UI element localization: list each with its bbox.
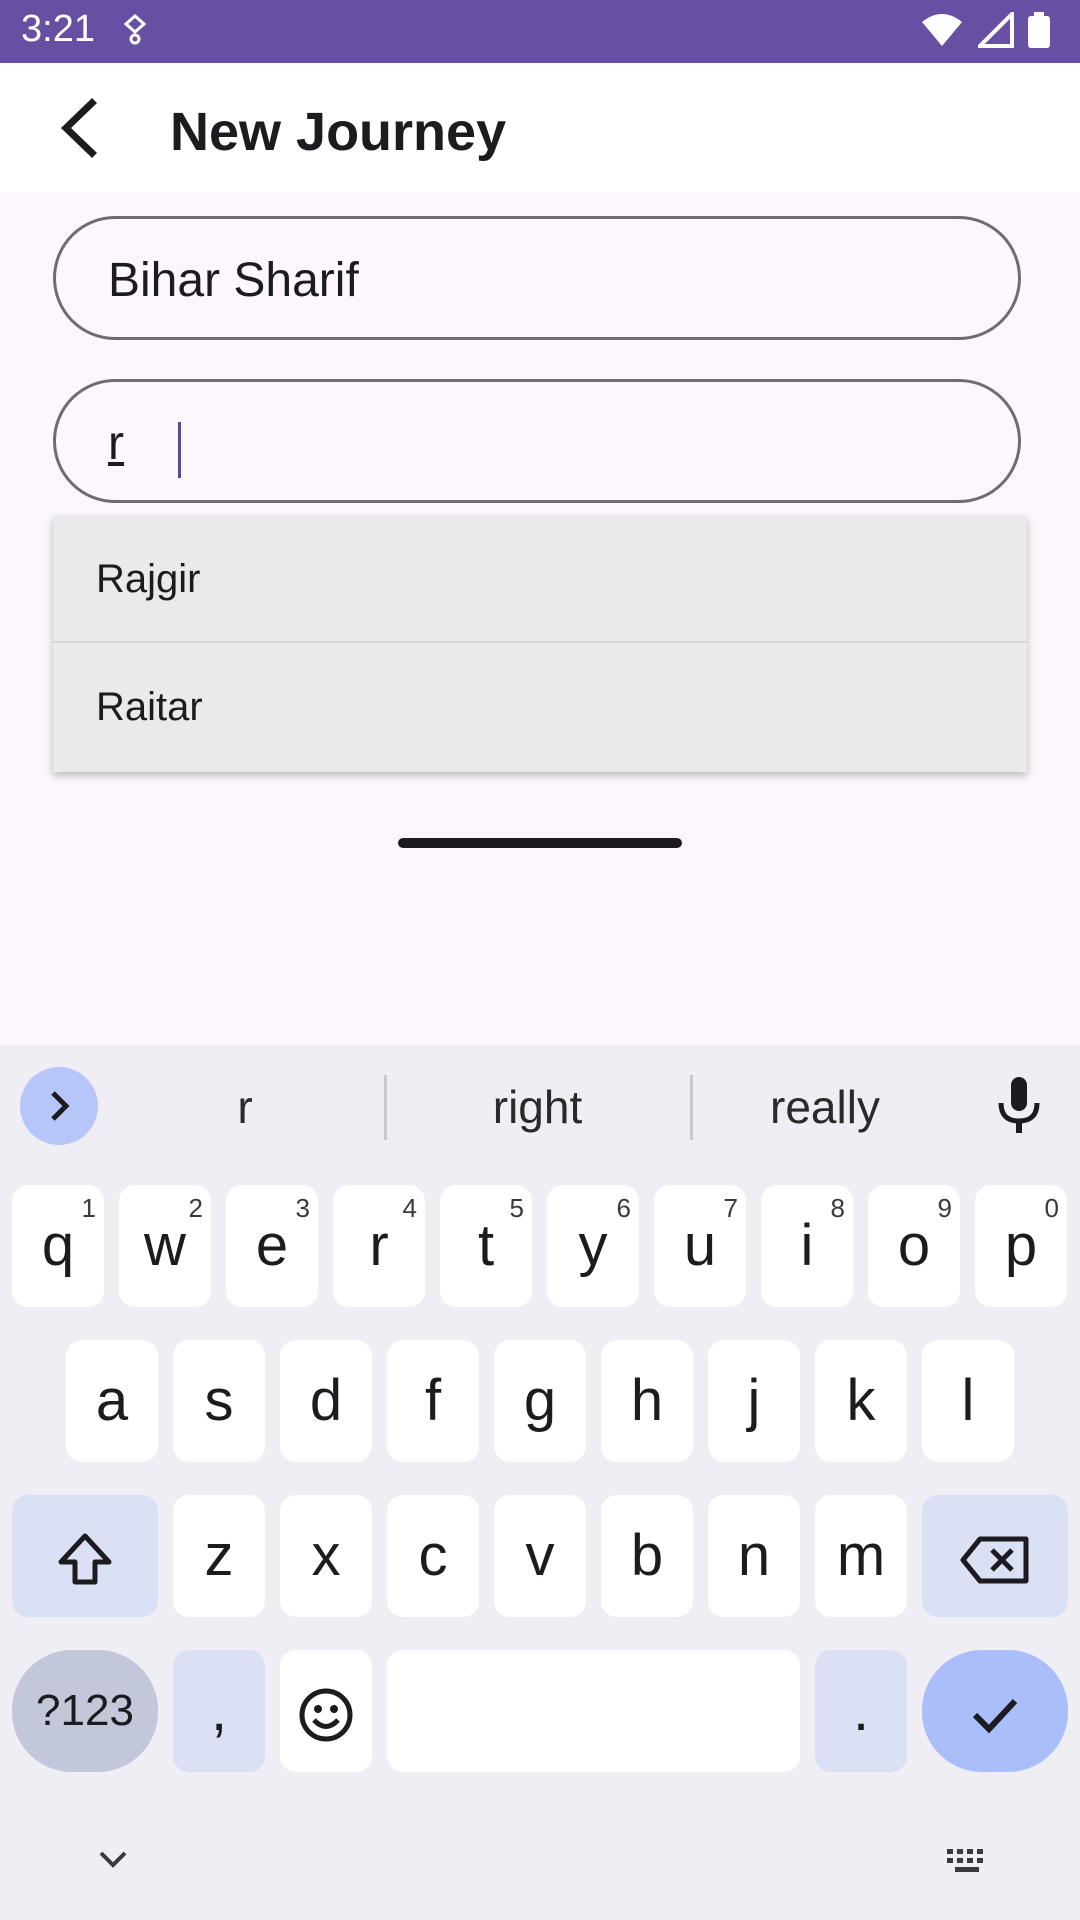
- voice-input-button[interactable]: [995, 1075, 1043, 1142]
- key-d[interactable]: d: [280, 1340, 372, 1462]
- battery-icon: [1028, 12, 1050, 48]
- home-indicator[interactable]: [398, 838, 682, 848]
- shift-icon: [58, 1533, 112, 1585]
- on-screen-keyboard: r right really q1 w2 e3 r4 t5 y6 u7 i8 o…: [0, 1045, 1080, 1920]
- emoji-icon: [299, 1688, 353, 1742]
- key-w[interactable]: w2: [119, 1185, 211, 1307]
- key-a[interactable]: a: [66, 1340, 158, 1462]
- from-station-value: Bihar Sharif: [108, 254, 359, 307]
- key-q[interactable]: q1: [12, 1185, 104, 1307]
- system-icons: [920, 12, 1050, 48]
- keyboard-icon: [947, 1849, 983, 1872]
- word-suggestion[interactable]: r: [215, 1080, 275, 1134]
- backspace-key[interactable]: [922, 1495, 1068, 1617]
- suggestion-divider: [384, 1075, 387, 1140]
- comma-key[interactable]: ,: [173, 1650, 265, 1772]
- key-s[interactable]: s: [173, 1340, 265, 1462]
- page-title: New Journey: [170, 102, 507, 162]
- checkmark-icon: [972, 1698, 1018, 1733]
- signal-icon: [978, 12, 1014, 48]
- key-x[interactable]: x: [280, 1495, 372, 1617]
- microphone-icon: [998, 1077, 1040, 1133]
- to-station-value: r: [108, 417, 124, 470]
- autocomplete-dropdown: Rajgir Raitar: [53, 515, 1027, 772]
- key-v[interactable]: v: [494, 1495, 586, 1617]
- chevron-down-icon: [99, 1851, 127, 1868]
- keyboard-switch-button[interactable]: [945, 1845, 989, 1880]
- done-key[interactable]: [922, 1650, 1068, 1772]
- key-h[interactable]: h: [601, 1340, 693, 1462]
- key-k[interactable]: k: [815, 1340, 907, 1462]
- emoji-key[interactable]: [280, 1650, 372, 1772]
- key-m[interactable]: m: [815, 1495, 907, 1617]
- hide-keyboard-button[interactable]: [95, 1845, 131, 1880]
- symbols-key[interactable]: ?123: [12, 1650, 158, 1772]
- key-y[interactable]: y6: [547, 1185, 639, 1307]
- suggestion-divider: [690, 1075, 693, 1140]
- key-g[interactable]: g: [494, 1340, 586, 1462]
- suggestion-strip: r right really: [0, 1045, 1080, 1165]
- suggestion-item[interactable]: Raitar: [53, 643, 1027, 771]
- chevron-right-icon: [51, 1091, 70, 1121]
- keyboard-nav-row: [0, 1845, 1080, 1920]
- status-bar: 3:21: [0, 0, 1080, 63]
- space-key[interactable]: [387, 1650, 800, 1772]
- suggestion-label: Raitar: [96, 685, 203, 729]
- back-button[interactable]: [48, 93, 118, 163]
- key-f[interactable]: f: [387, 1340, 479, 1462]
- key-i[interactable]: i8: [761, 1185, 853, 1307]
- key-n[interactable]: n: [708, 1495, 800, 1617]
- key-c[interactable]: c: [387, 1495, 479, 1617]
- to-station-field[interactable]: r: [53, 379, 1021, 503]
- key-r[interactable]: r4: [333, 1185, 425, 1307]
- shift-key[interactable]: [12, 1495, 158, 1617]
- suggestion-item[interactable]: Rajgir: [53, 515, 1027, 643]
- key-t[interactable]: t5: [440, 1185, 532, 1307]
- text-cursor: [178, 422, 181, 478]
- backspace-icon: [960, 1536, 1029, 1584]
- suggestion-label: Rajgir: [96, 557, 201, 601]
- key-b[interactable]: b: [601, 1495, 693, 1617]
- wifi-icon: [922, 14, 962, 46]
- word-suggestion[interactable]: really: [735, 1080, 915, 1134]
- key-z[interactable]: z: [173, 1495, 265, 1617]
- key-o[interactable]: o9: [868, 1185, 960, 1307]
- period-key[interactable]: .: [815, 1650, 907, 1772]
- key-u[interactable]: u7: [654, 1185, 746, 1307]
- key-l[interactable]: l: [922, 1340, 1014, 1462]
- key-p[interactable]: p0: [975, 1185, 1067, 1307]
- app-bar: New Journey: [0, 63, 1080, 193]
- status-time: 3:21: [21, 8, 95, 50]
- from-station-field[interactable]: Bihar Sharif: [53, 216, 1021, 340]
- key-j[interactable]: j: [708, 1340, 800, 1462]
- debug-icon: [120, 12, 150, 51]
- key-e[interactable]: e3: [226, 1185, 318, 1307]
- arrow-back-icon: [60, 98, 97, 158]
- expand-toolbar-button[interactable]: [20, 1067, 98, 1145]
- word-suggestion[interactable]: right: [450, 1080, 625, 1134]
